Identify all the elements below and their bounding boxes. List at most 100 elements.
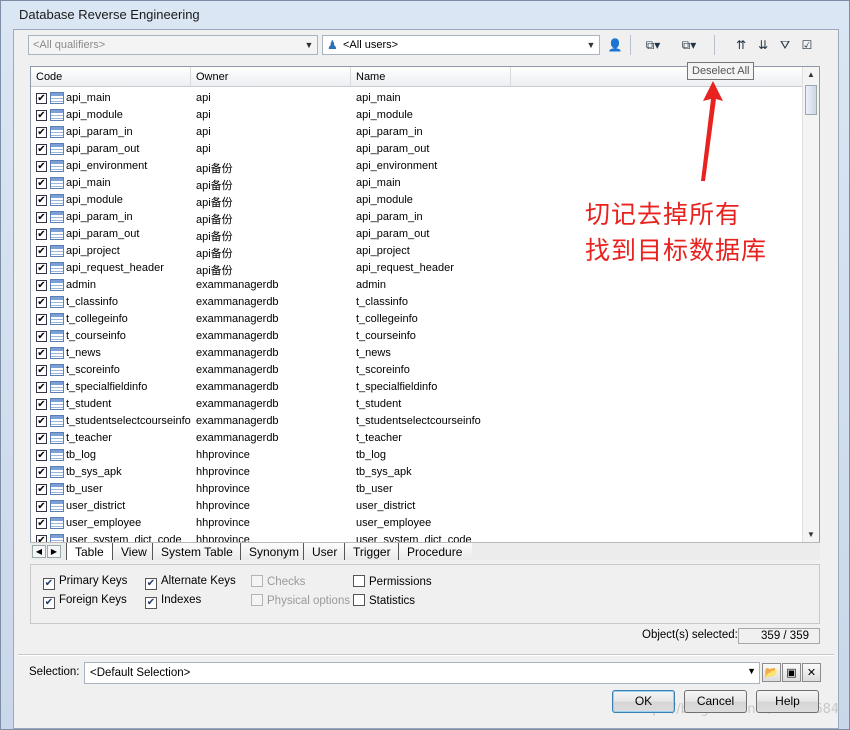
table-row[interactable]: ✔ api_main api api_main [31,90,803,107]
scroll-down-icon[interactable]: ▼ [803,527,819,543]
save-selection-icon[interactable]: ▣ [782,663,801,682]
table-row[interactable]: ✔ t_scoreinfo exammanagerdb t_scoreinfo [31,362,803,379]
table-row[interactable]: ✔ api_environment api备份 api_environment [31,158,803,175]
row-checkbox[interactable]: ✔ [36,365,47,376]
filter-icon[interactable]: ⛛ [774,35,796,55]
table-row[interactable]: ✔ user_employee hhprovince user_employee [31,515,803,532]
row-checkbox[interactable]: ✔ [36,161,47,172]
option-indexes[interactable]: ✔ Indexes [145,594,201,609]
tab-user[interactable]: User [303,543,348,560]
table-row[interactable]: ✔ t_teacher exammanagerdb t_teacher [31,430,803,447]
checkbox[interactable] [251,575,263,587]
option-physical-options[interactable]: Physical options [251,594,350,607]
column-header-name[interactable]: Name [351,67,511,87]
row-checkbox[interactable]: ✔ [36,348,47,359]
row-checkbox[interactable]: ✔ [36,450,47,461]
row-checkbox[interactable]: ✔ [36,518,47,529]
row-checkbox[interactable]: ✔ [36,433,47,444]
delete-selection-icon[interactable]: ✕ [802,663,821,682]
table-row[interactable]: ✔ tb_log hhprovince tb_log [31,447,803,464]
scroll-thumb[interactable] [805,85,817,115]
table-row[interactable]: ✔ t_specialfieldinfo exammanagerdb t_specia… [31,379,803,396]
row-checkbox[interactable]: ✔ [36,399,47,410]
cancel-button[interactable]: Cancel [684,690,747,713]
tab-procedure[interactable]: Procedure [398,543,473,560]
table-row[interactable]: ✔ user_district hhprovince user_district [31,498,803,515]
table-row[interactable]: ✔ t_courseinfo exammanagerdb t_courseinfo [31,328,803,345]
select-all-icon[interactable]: ⧉▾ [638,35,668,55]
row-checkbox[interactable]: ✔ [36,178,47,189]
table-row[interactable]: ✔ t_news exammanagerdb t_news [31,345,803,362]
row-checkbox[interactable]: ✔ [36,246,47,257]
checkbox[interactable] [353,575,365,587]
selection-value: <Default Selection> [90,667,191,679]
open-folder-icon[interactable]: 📂 [762,663,781,682]
column-header-owner[interactable]: Owner [191,67,351,87]
row-checkbox[interactable]: ✔ [36,110,47,121]
copy-selection-icon[interactable]: ⧉▾ [674,35,704,55]
help-button[interactable]: Help [756,690,819,713]
table-icon [50,330,64,342]
row-checkbox[interactable]: ✔ [36,416,47,427]
option-permissions[interactable]: Permissions [353,575,432,588]
row-checkbox[interactable]: ✔ [36,484,47,495]
row-checkbox[interactable]: ✔ [36,467,47,478]
checkbox[interactable] [353,594,365,606]
row-checkbox[interactable]: ✔ [36,127,47,138]
checkbox[interactable]: ✔ [145,578,157,590]
option-statistics[interactable]: Statistics [353,594,415,607]
table-icon [50,228,64,240]
table-row[interactable]: ✔ t_classinfo exammanagerdb t_classinfo [31,294,803,311]
arrow-icon [701,81,723,181]
row-checkbox[interactable]: ✔ [36,195,47,206]
tab-scroll-right-icon[interactable]: ▶ [47,545,61,558]
table-row[interactable]: ✔ tb_sys_apk hhprovince tb_sys_apk [31,464,803,481]
column-header-code[interactable]: Code [31,67,191,87]
checkbox[interactable] [251,594,263,606]
row-checkbox[interactable]: ✔ [36,501,47,512]
scroll-up-icon[interactable]: ▲ [803,67,819,83]
table-row[interactable]: ✔ t_student exammanagerdb t_student [31,396,803,413]
checkbox[interactable]: ✔ [43,597,55,609]
users-combo[interactable]: ♟ <All users> ▼ [322,35,600,55]
row-checkbox[interactable]: ✔ [36,382,47,393]
row-checkbox[interactable]: ✔ [36,331,47,342]
tab-table[interactable]: Table [66,543,114,560]
option-primary-keys[interactable]: ✔ Primary Keys [43,575,127,590]
table-row[interactable]: ✔ tb_user hhprovince tb_user [31,481,803,498]
table-row[interactable]: ✔ t_studentselectcourseinfo exammanagerdb t… [31,413,803,430]
row-checkbox[interactable]: ✔ [36,93,47,104]
table-row[interactable]: ✔ api_module api api_module [31,107,803,124]
table-row[interactable]: ✔ t_collegeinfo exammanagerdb t_collegeinfo [31,311,803,328]
selection-combo[interactable]: <Default Selection> ▼ [84,662,760,684]
row-name: t_studentselectcourseinfo [356,415,481,427]
checkbox[interactable]: ✔ [145,597,157,609]
table-row[interactable]: ✔ api_main api备份 api_main [31,175,803,192]
table-row[interactable]: ✔ api_param_in api api_param_in [31,124,803,141]
tab-system-table[interactable]: System Table [152,543,243,560]
row-checkbox[interactable]: ✔ [36,314,47,325]
tab-view[interactable]: View [112,543,157,560]
tab-trigger[interactable]: Trigger [344,543,401,560]
table-row[interactable]: ✔ admin exammanagerdb admin [31,277,803,294]
row-checkbox[interactable]: ✔ [36,280,47,291]
vertical-scrollbar[interactable]: ▲ ▼ [802,67,819,543]
row-checkbox[interactable]: ✔ [36,229,47,240]
tab-scroll-left-icon[interactable]: ◀ [32,545,46,558]
option-checks[interactable]: Checks [251,575,305,588]
tab-synonym[interactable]: Synonym [240,543,310,560]
row-checkbox[interactable]: ✔ [36,263,47,274]
row-checkbox[interactable]: ✔ [36,144,47,155]
ok-button[interactable]: OK [612,690,675,713]
qualifiers-combo[interactable]: <All qualifiers> ▼ [28,35,318,55]
row-checkbox[interactable]: ✔ [36,297,47,308]
checkbox[interactable]: ✔ [43,578,55,590]
sort-down-icon[interactable]: ⇊ [752,35,774,55]
option-alternate-keys[interactable]: ✔ Alternate Keys [145,575,236,590]
row-checkbox[interactable]: ✔ [36,212,47,223]
table-row[interactable]: ✔ api_param_out api api_param_out [31,141,803,158]
user-filter-icon[interactable]: 👤 [604,35,626,55]
option-foreign-keys[interactable]: ✔ Foreign Keys [43,594,127,609]
deselect-all-icon[interactable]: ☑ [796,35,818,55]
sort-up-icon[interactable]: ⇈ [730,35,752,55]
